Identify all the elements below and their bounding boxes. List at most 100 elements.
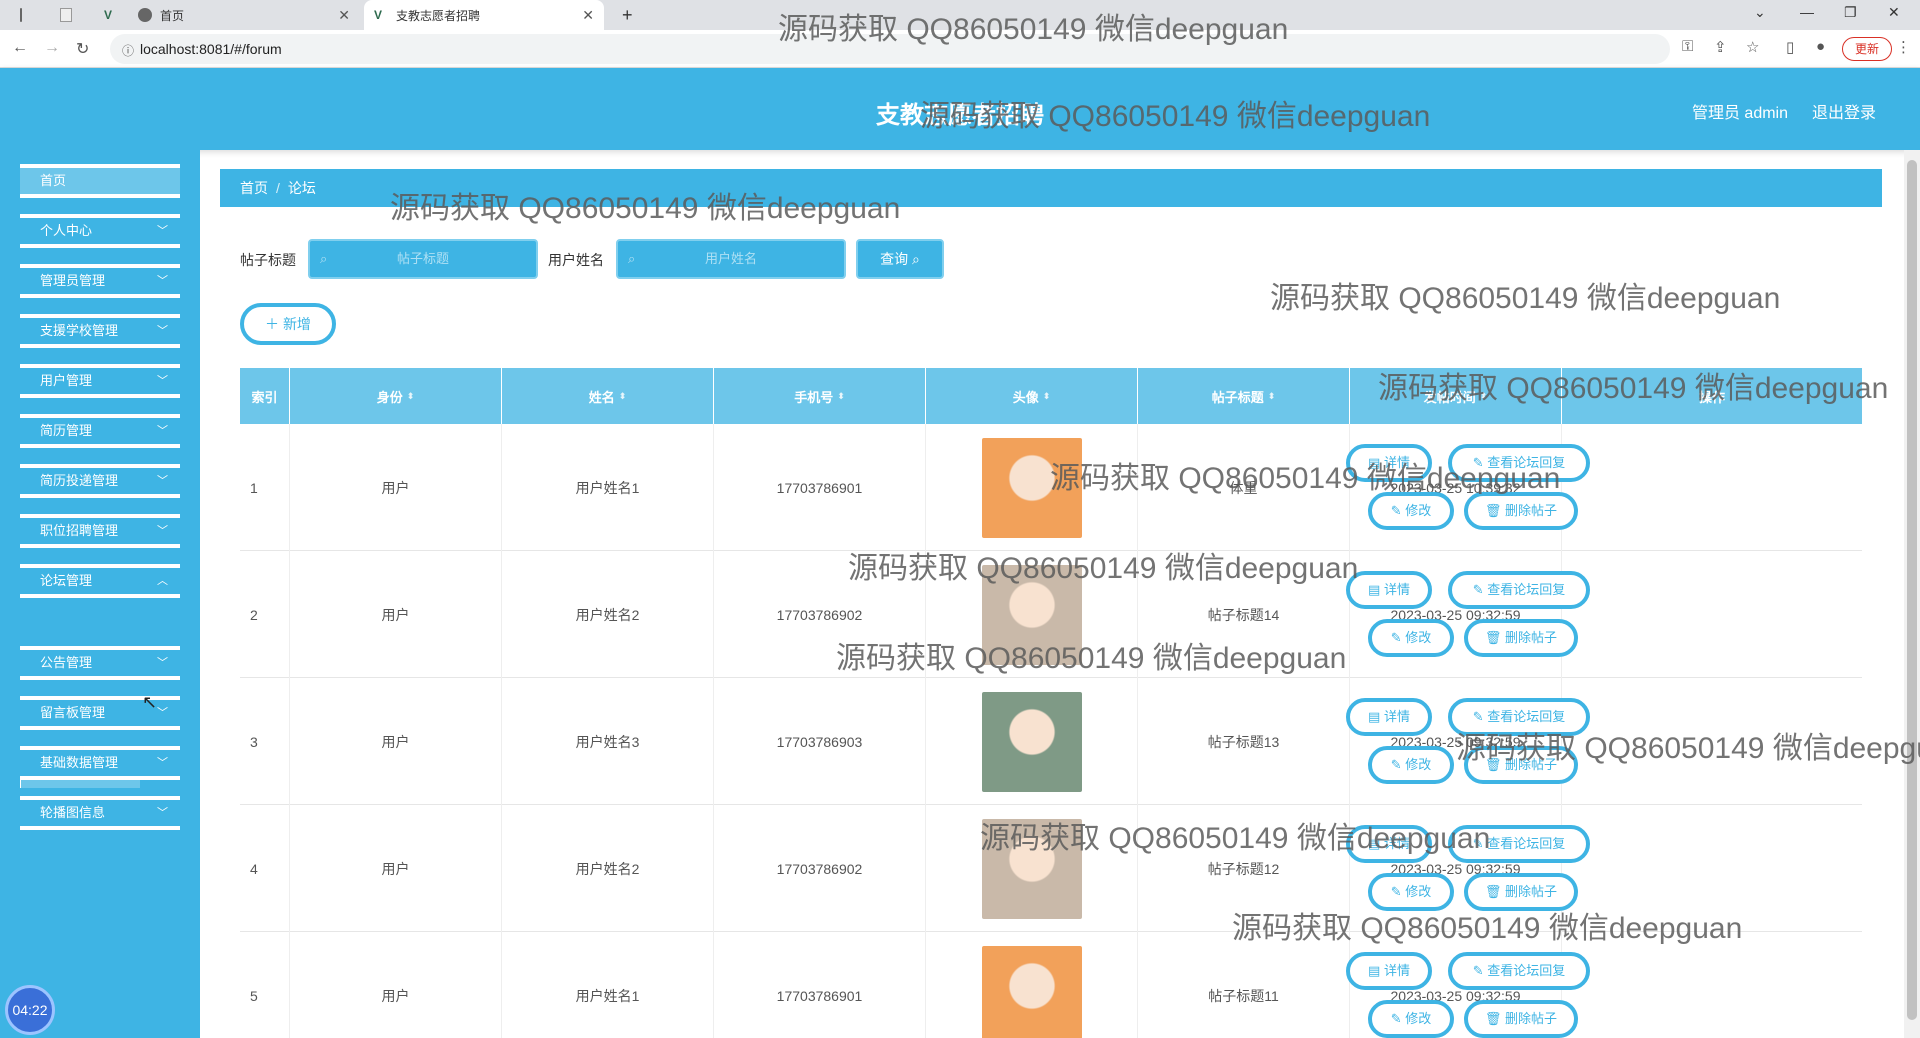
header-phone[interactable]: 手机号 ⬍ xyxy=(714,368,926,424)
table-row: 4 用户 用户姓名2 17703786902 帖子标题12 2023-03-25 09:3… xyxy=(240,805,1862,932)
edit-button[interactable]: ✎ 修改 xyxy=(1368,746,1454,784)
sidebar-item-home[interactable]: 首页 xyxy=(20,164,180,198)
update-button[interactable]: 更新 xyxy=(1841,37,1892,61)
reload-icon[interactable]: ↻ xyxy=(76,39,89,59)
more-icon[interactable]: ⋮ xyxy=(1896,38,1911,56)
view-reply-button[interactable]: ✎ 查看论坛回复 xyxy=(1448,571,1590,609)
sidepanel-icon[interactable]: ▯ xyxy=(1786,38,1794,56)
edit-button[interactable]: ✎ 修改 xyxy=(1368,619,1454,657)
cell-name-text: 用户姓名3 xyxy=(575,733,640,750)
logout-link[interactable]: 退出登录 xyxy=(1812,99,1876,123)
detail-button[interactable]: ▤ 详情 xyxy=(1346,444,1432,482)
profile-icon[interactable]: ● xyxy=(1816,38,1825,55)
document-icon: ▤ xyxy=(1368,455,1384,470)
sidebar-item-schools[interactable]: 支援学校管理 ﹀ xyxy=(20,314,180,348)
view-reply-button[interactable]: ✎ 查看论坛回复 xyxy=(1448,825,1590,863)
cell-avatar xyxy=(926,424,1138,551)
browser-tab-home[interactable]: 首页 ✕ xyxy=(128,0,360,30)
sort-icon: ⬍ xyxy=(1479,390,1488,401)
cell-avatar xyxy=(926,932,1138,1038)
key-icon[interactable]: ⚿ xyxy=(1682,38,1693,55)
close-window-icon[interactable]: ✕ xyxy=(1888,4,1900,21)
browser-tab-2[interactable] xyxy=(50,0,90,30)
title-search-input[interactable]: ⌕ 帖子标题 xyxy=(308,239,538,279)
edit-button[interactable]: ✎ 修改 xyxy=(1368,873,1454,911)
header-avatar[interactable]: 头像 ⬍ xyxy=(926,368,1138,424)
search-icon: ⌕ xyxy=(320,251,328,266)
scrollbar-thumb[interactable] xyxy=(1907,160,1917,1020)
view-reply-button[interactable]: ✎ 查看论坛回复 xyxy=(1448,698,1590,736)
close-icon[interactable]: ✕ xyxy=(338,7,350,24)
detail-button[interactable]: ▤ 详情 xyxy=(1346,825,1432,863)
sidebar-item-label: 简历投递管理 xyxy=(40,473,119,488)
edit-icon: ✎ xyxy=(1390,630,1406,645)
header-name[interactable]: 姓名 ⬍ xyxy=(502,368,714,424)
delete-post-button[interactable]: 🗑 删除帖子 xyxy=(1464,492,1578,530)
cell-post-title-text: 体重 xyxy=(1229,479,1258,496)
delete-post-button[interactable]: 🗑 删除帖子 xyxy=(1464,1000,1578,1038)
sidebar-item-basic-data[interactable]: 基础数据管理 ﹀ xyxy=(20,746,180,780)
delete-post-button[interactable]: 🗑 删除帖子 xyxy=(1464,873,1578,911)
browser-tab-1[interactable] xyxy=(10,0,40,30)
close-icon[interactable]: ✕ xyxy=(582,7,594,24)
detail-button[interactable]: ▤ 详情 xyxy=(1346,952,1432,990)
sidebar-item-forum[interactable]: 论坛管理 ︿ xyxy=(20,564,180,598)
sidebar-item-personal[interactable]: 个人中心 ﹀ xyxy=(20,214,180,248)
sidebar-item-label: 职位招聘管理 xyxy=(40,523,119,538)
cell-name: 用户姓名2 xyxy=(502,805,714,932)
header-role[interactable]: 身份 ⬍ xyxy=(290,368,502,424)
cell-role-text: 用户 xyxy=(381,987,410,1004)
forward-icon[interactable]: → xyxy=(44,39,60,57)
share-icon[interactable]: ⇪ xyxy=(1714,38,1727,56)
cell-name: 用户姓名1 xyxy=(502,932,714,1038)
sidebar-item-admins[interactable]: 管理员管理 ﹀ xyxy=(20,264,180,298)
sidebar-item-jobs[interactable]: 职位招聘管理 ﹀ xyxy=(20,514,180,548)
browser-tab-active[interactable]: V 支教志愿者招聘 ✕ xyxy=(364,0,604,30)
cell-role: 用户 xyxy=(290,551,502,678)
url-text: localhost:8081/#/forum xyxy=(140,41,282,57)
browser-tab-3[interactable]: V xyxy=(94,0,124,30)
sidebar-item-notices[interactable]: 公告管理 ﹀ xyxy=(20,646,180,680)
query-button[interactable]: 查询 ⌕ xyxy=(856,239,944,279)
cell-role: 用户 xyxy=(290,678,502,805)
delete-post-button-label: 删除帖子 xyxy=(1505,757,1558,772)
detail-button[interactable]: ▤ 详情 xyxy=(1346,571,1432,609)
scrollbar[interactable] xyxy=(1904,150,1920,1038)
edit-button[interactable]: ✎ 修改 xyxy=(1368,492,1454,530)
sort-icon: ⬍ xyxy=(618,390,627,401)
sidebar-item-resumes[interactable]: 简历管理 ﹀ xyxy=(20,414,180,448)
cell-index: 2 xyxy=(240,551,290,678)
header-post-title[interactable]: 帖子标题 ⬍ xyxy=(1138,368,1350,424)
edit-icon: ✎ xyxy=(1390,503,1406,518)
cell-index: 5 xyxy=(240,932,290,1038)
restore-icon[interactable]: ❐ xyxy=(1844,4,1857,21)
edit-button[interactable]: ✎ 修改 xyxy=(1368,1000,1454,1038)
delete-post-button[interactable]: 🗑 删除帖子 xyxy=(1464,619,1578,657)
back-icon[interactable]: ← xyxy=(12,39,28,57)
avatar xyxy=(981,564,1082,665)
delete-post-button[interactable]: 🗑 删除帖子 xyxy=(1464,746,1578,784)
cell-name-text: 用户姓名2 xyxy=(575,860,640,877)
cell-post-title-text: 帖子标题14 xyxy=(1207,606,1280,623)
table-row: 1 用户 用户姓名1 17703786901 体重 2023-03-25 10:39:32… xyxy=(240,424,1862,551)
star-icon[interactable]: ☆ xyxy=(1746,38,1759,56)
sidebar-item-carousel[interactable]: 轮播图信息 ﹀ xyxy=(20,796,180,830)
header-post-time[interactable]: 发帖时间 ⬍ xyxy=(1350,368,1562,424)
chevron-down-icon[interactable]: ⌄ xyxy=(1754,4,1766,21)
chevron-down-icon: ﹀ xyxy=(157,425,168,437)
detail-button[interactable]: ▤ 详情 xyxy=(1346,698,1432,736)
breadcrumb-home[interactable]: 首页 xyxy=(240,180,268,196)
name-search-input[interactable]: ⌕ 用户姓名 xyxy=(616,239,846,279)
edit-button-label: 修改 xyxy=(1405,757,1432,772)
edit-icon: ✎ xyxy=(1472,455,1488,470)
minimize-icon[interactable]: — xyxy=(1800,4,1814,20)
sidebar-item-resume-delivery[interactable]: 简历投递管理 ﹀ xyxy=(20,464,180,498)
sidebar-item-users[interactable]: 用户管理 ﹀ xyxy=(20,364,180,398)
header-index: 索引 xyxy=(240,368,290,424)
delete-post-button-label: 删除帖子 xyxy=(1505,1011,1558,1026)
add-button[interactable]: ＋ 新增 xyxy=(240,303,336,345)
new-tab-button[interactable]: + xyxy=(612,0,643,30)
view-reply-button[interactable]: ✎ 查看论坛回复 xyxy=(1448,444,1590,482)
view-reply-button[interactable]: ✎ 查看论坛回复 xyxy=(1448,952,1590,990)
url-field[interactable]: ⓘ localhost:8081/#/forum xyxy=(110,34,1670,64)
